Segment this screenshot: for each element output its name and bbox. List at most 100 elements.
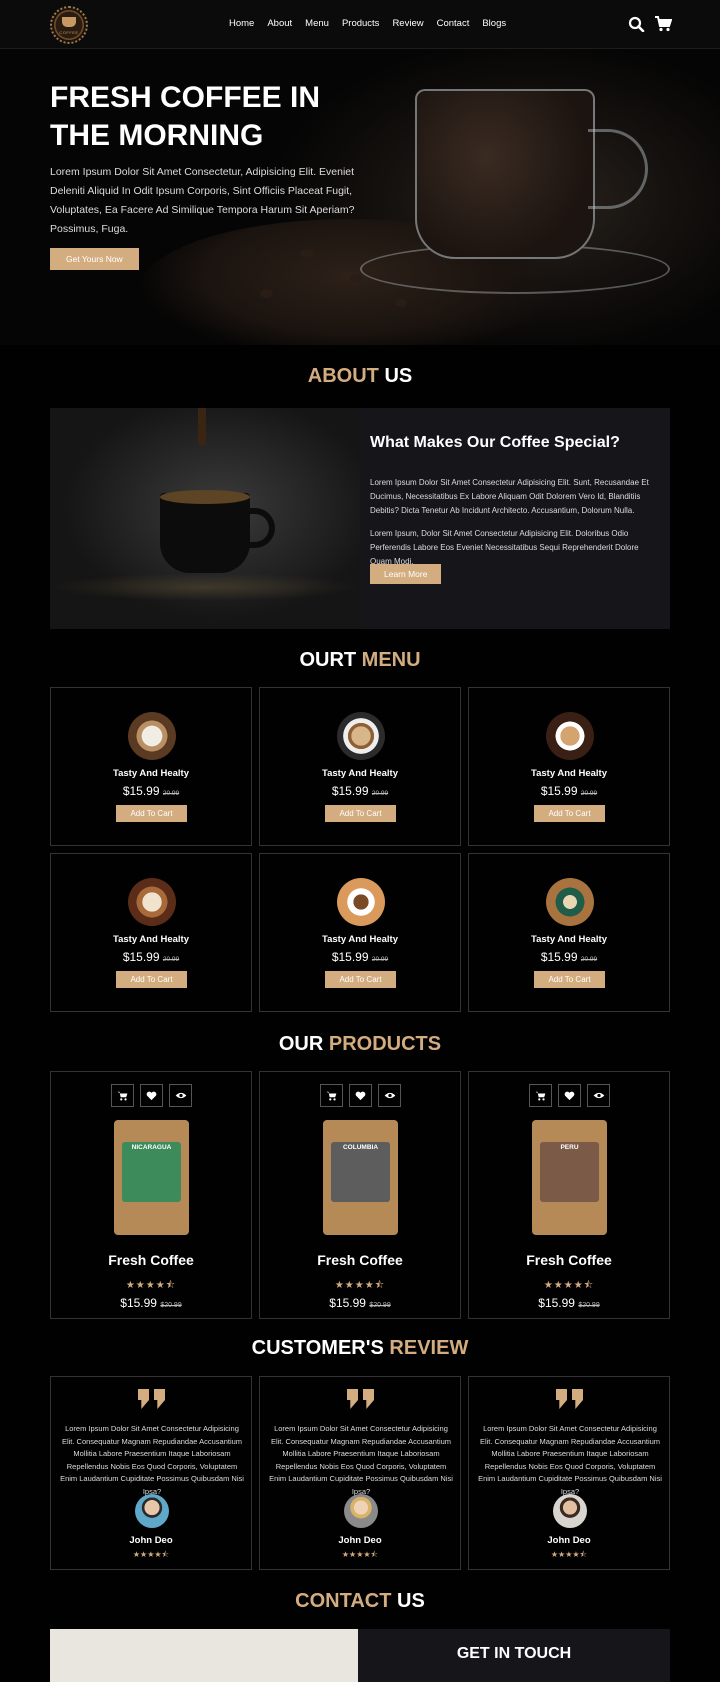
about-paragraph-1: Lorem Ipsum Dolor Sit Amet Consectetur A…	[370, 478, 649, 515]
menu-item-name: Tasty And Healty	[112, 934, 190, 945]
coffee-cup-image	[128, 878, 176, 926]
review-section-title: CUSTOMER'S REVIEW	[0, 1337, 720, 1360]
quote-icon	[347, 1389, 374, 1409]
products-section-title: OUR PRODUCTS	[0, 1033, 720, 1056]
menu-card: Tasty And Healty $15.99 20.99 Add To Car…	[50, 687, 252, 846]
bag-label: PERU	[560, 1144, 579, 1151]
cart-icon[interactable]	[111, 1084, 134, 1107]
bag-label: COLUMBIA	[342, 1144, 379, 1151]
hero-title: FRESH COFFEE IN THE MORNING	[50, 81, 321, 152]
reviewer-name: John Deo	[547, 1535, 591, 1546]
menu-card: Tasty And Healty $15.99 20.99 Add To Car…	[468, 853, 670, 1012]
heart-icon[interactable]	[558, 1084, 581, 1107]
avatar	[553, 1494, 587, 1528]
menu-section-title: OURT MENU	[0, 649, 720, 672]
review-text: Lorem Ipsum Dolor Sit Amet Consectetur A…	[478, 1424, 662, 1496]
about-title-rest: US	[384, 365, 413, 387]
about-paragraph-2: Lorem Ipsum, Dolor Sit Amet Consectetur …	[370, 529, 639, 566]
contact-section-title: CONTACT US	[0, 1590, 720, 1613]
add-to-cart-button[interactable]: Add To Cart	[325, 971, 396, 988]
product-rating: ★★★★⯪	[125, 1280, 177, 1291]
menu-item-price: $15.99 20.99	[540, 950, 598, 964]
product-price: $15.99 $20.99	[329, 1296, 391, 1310]
contact-form: GET IN TOUCH	[358, 1629, 670, 1682]
quote-icon	[556, 1389, 583, 1409]
add-to-cart-button[interactable]: Add To Cart	[325, 805, 396, 822]
nav-home[interactable]: Home	[229, 18, 254, 29]
review-text: Lorem Ipsum Dolor Sit Amet Consectetur A…	[269, 1424, 453, 1496]
contact-title-accent: CONTACT	[295, 1590, 392, 1612]
nav-contact[interactable]: Contact	[437, 18, 470, 29]
products-grid: NICARAGUA Fresh Coffee ★★★★⯪ $15.99 $20.…	[50, 1071, 670, 1319]
reviewer-rating: ★★★★⯪	[341, 1550, 379, 1559]
product-rating: ★★★★⯪	[334, 1280, 386, 1291]
about-heading: What Makes Our Coffee Special?	[370, 434, 620, 451]
menu-card: Tasty And Healty $15.99 20.99 Add To Car…	[259, 687, 461, 846]
product-price: $15.99 $20.99	[120, 1296, 182, 1310]
hero-section: FRESH COFFEE IN THE MORNING Lorem Ipsum …	[0, 49, 720, 345]
menu-grid: Tasty And Healty $15.99 20.99 Add To Car…	[50, 687, 670, 1012]
cart-icon[interactable]	[654, 16, 672, 32]
review-card: Lorem Ipsum Dolor Sit Amet Consectetur A…	[50, 1376, 252, 1570]
coffee-cup-icon	[62, 17, 76, 27]
add-to-cart-button[interactable]: Add To Cart	[534, 971, 605, 988]
heart-icon[interactable]	[140, 1084, 163, 1107]
review-title-rest: CUSTOMER'S	[251, 1337, 384, 1359]
contact-form-title: GET IN TOUCH	[456, 1645, 572, 1662]
menu-item-name: Tasty And Healty	[530, 934, 608, 945]
search-icon[interactable]	[628, 16, 646, 32]
eye-icon[interactable]	[378, 1084, 401, 1107]
about-section: What Makes Our Coffee Special? Lorem Ips…	[50, 408, 670, 629]
products-title-rest: OUR	[278, 1033, 324, 1055]
add-to-cart-button[interactable]: Add To Cart	[534, 805, 605, 822]
add-to-cart-button[interactable]: Add To Cart	[116, 971, 187, 988]
coffee-bag-image: NICARAGUA	[114, 1120, 189, 1235]
nav-blogs[interactable]: Blogs	[482, 18, 506, 29]
menu-item-price: $15.99 20.99	[331, 784, 389, 798]
about-section-title: ABOUT US	[0, 365, 720, 388]
coffee-cup-image	[546, 712, 594, 760]
heart-icon[interactable]	[349, 1084, 372, 1107]
get-yours-now-button[interactable]: Get Yours Now	[50, 248, 139, 270]
reviewer-name: John Deo	[338, 1535, 382, 1546]
contact-title-rest: US	[397, 1590, 425, 1612]
avatar	[344, 1494, 378, 1528]
map-embed[interactable]	[50, 1629, 358, 1682]
eye-icon[interactable]	[587, 1084, 610, 1107]
menu-card: Tasty And Healty $15.99 20.99 Add To Car…	[50, 853, 252, 1012]
nav-about[interactable]: About	[267, 18, 292, 29]
review-title-accent: REVIEW	[389, 1337, 469, 1359]
eye-icon[interactable]	[169, 1084, 192, 1107]
menu-card: Tasty And Healty $15.99 20.99 Add To Car…	[468, 687, 670, 846]
coffee-cup-image	[337, 878, 385, 926]
nav-menu[interactable]: Menu	[305, 18, 329, 29]
cart-icon[interactable]	[320, 1084, 343, 1107]
product-rating: ★★★★⯪	[543, 1280, 595, 1291]
learn-more-button[interactable]: Learn More	[370, 564, 442, 584]
bag-label: NICARAGUA	[131, 1144, 172, 1151]
nav-products[interactable]: Products	[342, 18, 380, 29]
reviewer-rating: ★★★★⯪	[550, 1550, 588, 1559]
product-name: Fresh Coffee	[108, 1252, 194, 1268]
menu-card: Tasty And Healty $15.99 20.99 Add To Car…	[259, 853, 461, 1012]
menu-item-name: Tasty And Healty	[112, 768, 190, 779]
product-price: $15.99 $20.99	[538, 1296, 600, 1310]
product-name: Fresh Coffee	[526, 1252, 612, 1268]
site-header: COFFEE Home About Menu Products Review C…	[0, 0, 720, 49]
coffee-bag-image: COLUMBIA	[323, 1120, 398, 1235]
cart-icon[interactable]	[529, 1084, 552, 1107]
logo[interactable]: COFFEE	[50, 6, 88, 44]
products-title-accent: PRODUCTS	[328, 1033, 442, 1055]
menu-item-price: $15.99 20.99	[331, 950, 389, 964]
menu-item-price: $15.99 20.99	[122, 784, 180, 798]
hero-text: Lorem Ipsum Dolor Sit Amet Consectetur, …	[50, 166, 355, 235]
add-to-cart-button[interactable]: Add To Cart	[116, 805, 187, 822]
reviews-grid: Lorem Ipsum Dolor Sit Amet Consectetur A…	[50, 1376, 670, 1570]
menu-title-accent: MENU	[361, 649, 421, 671]
quote-icon	[138, 1389, 165, 1409]
nav-review[interactable]: Review	[392, 18, 423, 29]
main-nav: Home About Menu Products Review Contact …	[229, 18, 506, 29]
coffee-cup-image	[546, 878, 594, 926]
review-text: Lorem Ipsum Dolor Sit Amet Consectetur A…	[60, 1424, 244, 1496]
menu-item-price: $15.99 20.99	[540, 784, 598, 798]
